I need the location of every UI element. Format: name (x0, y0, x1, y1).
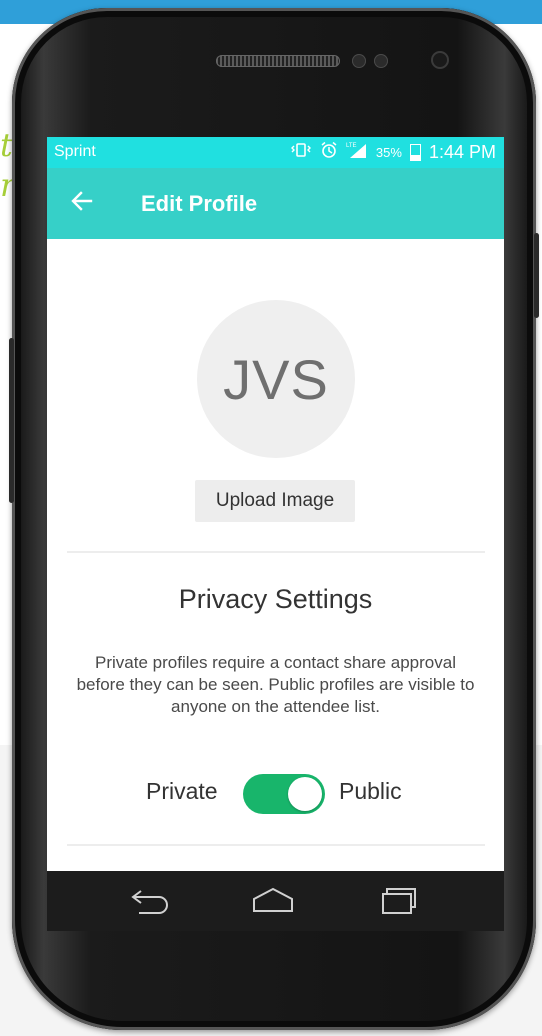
phone-screen: Sprint LTE 35% 1:44 PM Edit Profile JVS … (47, 137, 504, 871)
app-bar: Edit Profile (47, 168, 504, 239)
carrier-name: Sprint (54, 143, 96, 160)
private-label: Private (146, 778, 218, 804)
recent-apps-icon[interactable] (377, 885, 423, 917)
privacy-toggle-switch[interactable] (243, 774, 325, 814)
earpiece-speaker (216, 55, 340, 67)
status-icons: LTE 35% 1:44 PM (290, 141, 496, 164)
arrow-left-icon[interactable] (71, 188, 93, 216)
light-sensor (374, 54, 388, 68)
lte-signal-icon: LTE (346, 141, 368, 164)
proximity-sensor (352, 54, 366, 68)
home-icon[interactable] (250, 885, 296, 917)
privacy-toggle-row: Private Public (47, 774, 504, 814)
power-button (534, 233, 539, 318)
avatar: JVS (197, 300, 355, 458)
battery-percent: 35% (375, 145, 402, 160)
clock-time: 1:44 PM (428, 142, 496, 162)
upload-image-button[interactable]: Upload Image (195, 480, 355, 522)
page-title: Edit Profile (141, 191, 258, 216)
avatar-initials: JVS (223, 347, 329, 411)
status-bar: Sprint LTE 35% 1:44 PM (47, 137, 504, 168)
divider-top (67, 551, 485, 553)
front-camera (431, 51, 449, 69)
toggle-knob (288, 777, 322, 811)
alarm-icon (320, 141, 338, 164)
privacy-description: Private profiles require a contact share… (76, 653, 475, 716)
privacy-settings-title: Privacy Settings (178, 584, 373, 614)
volume-button (9, 338, 14, 503)
back-icon[interactable] (127, 885, 173, 917)
svg-text:LTE: LTE (346, 143, 357, 149)
public-label: Public (339, 778, 402, 804)
battery-icon (409, 144, 421, 161)
android-nav-bar (47, 871, 504, 931)
divider-bottom (67, 844, 485, 846)
vibrate-icon (290, 142, 312, 163)
